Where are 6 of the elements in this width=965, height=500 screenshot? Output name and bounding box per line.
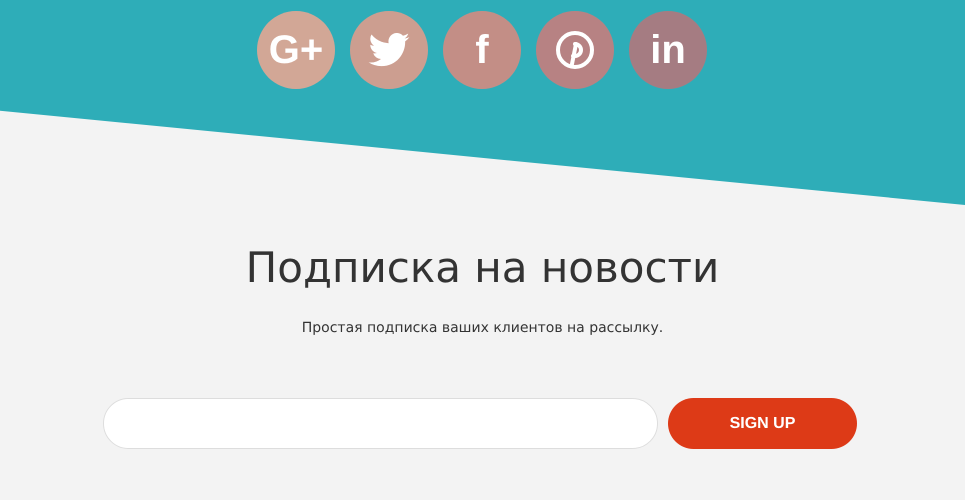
sign-up-button[interactable]: SIGN UP xyxy=(668,398,857,449)
bird-icon xyxy=(368,33,410,67)
pin-icon xyxy=(555,30,595,70)
page-title: Подписка на новости xyxy=(246,242,720,294)
subtitle: Простая подписка ваших клиентов на рассылку. xyxy=(302,319,664,338)
email-field[interactable] xyxy=(103,398,658,449)
